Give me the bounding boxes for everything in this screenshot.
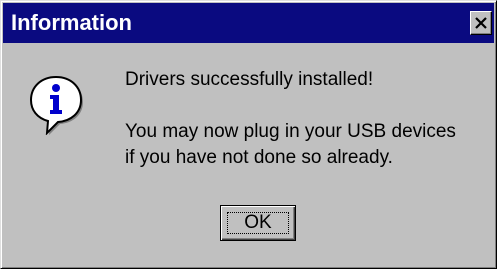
information-dialog: Information Drivers successfully install… xyxy=(0,0,497,269)
message-line-2: You may now plug in your USB devices xyxy=(125,121,456,142)
title-bar[interactable]: Information xyxy=(3,3,494,43)
window-title: Information xyxy=(11,10,132,35)
close-button[interactable] xyxy=(470,11,492,35)
ok-button-label: OK xyxy=(244,212,272,233)
information-icon xyxy=(29,75,83,135)
close-icon xyxy=(475,17,487,29)
ok-button[interactable]: OK xyxy=(220,205,296,241)
message-line-1: Drivers successfully installed! xyxy=(125,69,374,90)
message-line-3: if you have not done so already. xyxy=(125,147,393,168)
